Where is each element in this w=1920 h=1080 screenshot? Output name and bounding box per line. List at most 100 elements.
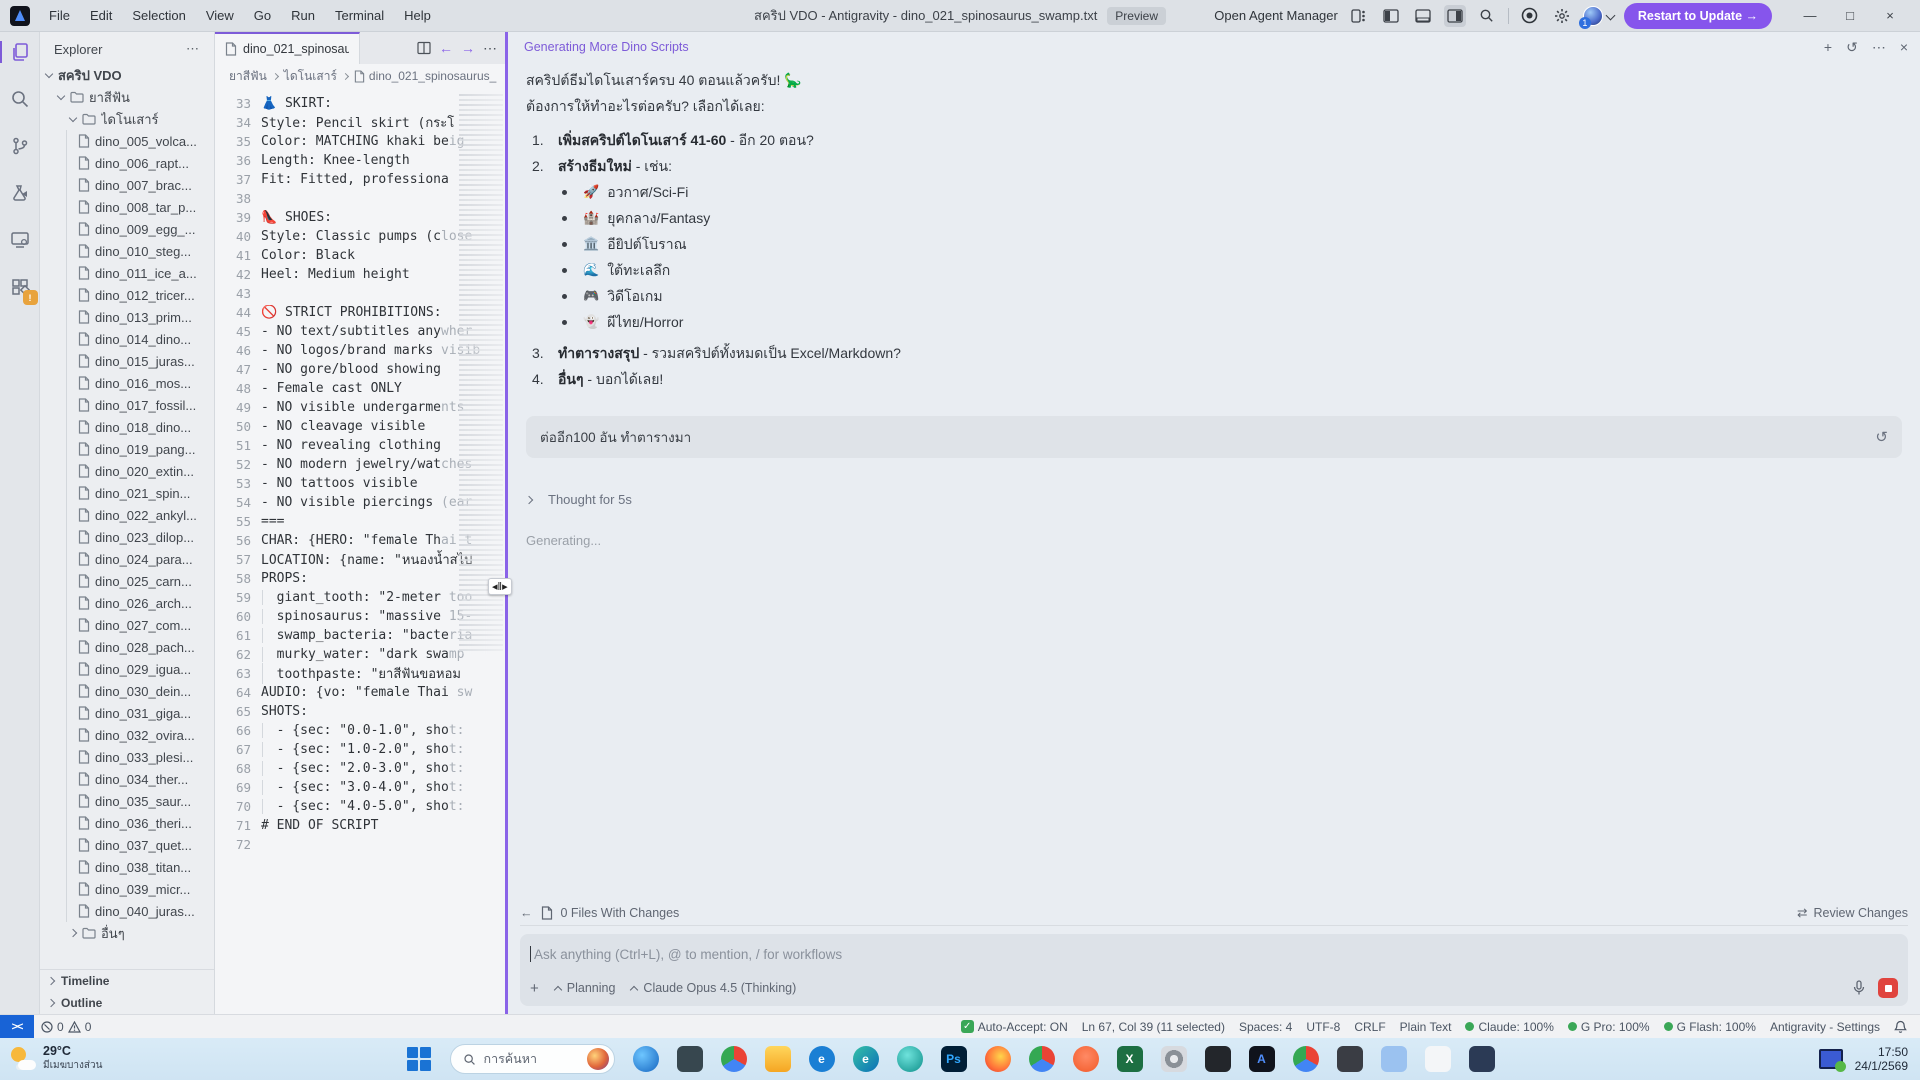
taskbar-app-icon[interactable]: Ps	[941, 1046, 967, 1072]
tree-file[interactable]: dino_023_dilop...	[40, 526, 214, 548]
taskbar-app-icon[interactable]	[1161, 1046, 1187, 1072]
extensions-icon[interactable]: !	[8, 275, 32, 299]
customize-layout-icon[interactable]	[1348, 5, 1370, 27]
remote-explorer-icon[interactable]	[8, 228, 32, 252]
tab-dino-021[interactable]: dino_021_spinosaurus_sw	[215, 32, 360, 64]
taskbar-app-icon[interactable]	[677, 1046, 703, 1072]
history-icon[interactable]: ↺	[1846, 39, 1858, 56]
tree-file[interactable]: dino_008_tar_p...	[40, 196, 214, 218]
tree-file[interactable]: dino_007_brac...	[40, 174, 214, 196]
stop-generation-button[interactable]	[1878, 978, 1898, 998]
problems-indicator[interactable]: 0 0	[34, 1020, 98, 1034]
taskbar-app-icon[interactable]	[1425, 1046, 1451, 1072]
explorer-icon[interactable]	[8, 40, 32, 64]
review-changes-button[interactable]: ⇄ Review Changes	[1797, 905, 1908, 920]
tree-file[interactable]: dino_034_ther...	[40, 768, 214, 790]
tree-file[interactable]: dino_036_theri...	[40, 812, 214, 834]
taskbar-app-icon[interactable]	[1381, 1046, 1407, 1072]
indentation-setting[interactable]: Spaces: 4	[1232, 1020, 1299, 1034]
explorer-more-icon[interactable]: ⋯	[186, 41, 200, 57]
planning-toggle[interactable]: Planning	[555, 981, 616, 995]
new-chat-icon[interactable]: +	[1824, 39, 1832, 55]
tree-file[interactable]: dino_005_volca...	[40, 130, 214, 152]
remote-indicator[interactable]: ><	[0, 1015, 34, 1039]
taskbar-app-icon[interactable]	[1205, 1046, 1231, 1072]
taskbar-app-icon[interactable]	[1073, 1046, 1099, 1072]
gear-icon[interactable]	[1551, 5, 1573, 27]
back-icon[interactable]: ←	[520, 906, 533, 920]
close-button[interactable]: ×	[1870, 1, 1910, 31]
back-icon[interactable]: ←	[439, 40, 453, 56]
language-mode[interactable]: Plain Text	[1393, 1020, 1459, 1034]
timeline-section[interactable]: Timeline	[40, 970, 214, 992]
tree-file[interactable]: dino_032_ovira...	[40, 724, 214, 746]
tree-file[interactable]: dino_019_pang...	[40, 438, 214, 460]
tree-file[interactable]: dino_026_arch...	[40, 592, 214, 614]
tree-file[interactable]: dino_025_carn...	[40, 570, 214, 592]
menu-item[interactable]: Run	[282, 4, 324, 27]
tree-file[interactable]: dino_039_micr...	[40, 878, 214, 900]
tree-file[interactable]: dino_017_fossil...	[40, 394, 214, 416]
taskbar-app-icon[interactable]: A	[1249, 1046, 1275, 1072]
files-with-changes[interactable]: 0 Files With Changes	[561, 906, 680, 920]
attach-icon[interactable]: +	[530, 980, 539, 997]
minimap[interactable]	[459, 94, 503, 654]
open-agent-manager-button[interactable]: Open Agent Manager	[1214, 8, 1338, 23]
tree-folder-toothpaste[interactable]: ยาสีฟัน	[40, 86, 214, 108]
tree-file[interactable]: dino_038_titan...	[40, 856, 214, 878]
menu-item[interactable]: File	[40, 4, 79, 27]
tree-file[interactable]: dino_013_prim...	[40, 306, 214, 328]
taskbar-app-icon[interactable]	[765, 1046, 791, 1072]
tree-file[interactable]: dino_037_quet...	[40, 834, 214, 856]
tree-file[interactable]: dino_031_giga...	[40, 702, 214, 724]
quota-item[interactable]: Claude: 100%	[1458, 1020, 1560, 1034]
menu-item[interactable]: Edit	[81, 4, 121, 27]
menu-item[interactable]: Help	[395, 4, 440, 27]
tree-file[interactable]: dino_029_igua...	[40, 658, 214, 680]
tree-file[interactable]: dino_022_ankyl...	[40, 504, 214, 526]
encoding-setting[interactable]: UTF-8	[1299, 1020, 1347, 1034]
forward-icon[interactable]: →	[461, 40, 475, 56]
taskbar-app-icon[interactable]	[985, 1046, 1011, 1072]
taskbar-app-icon[interactable]	[1337, 1046, 1363, 1072]
tree-file[interactable]: dino_018_dino...	[40, 416, 214, 438]
menu-item[interactable]: Terminal	[326, 4, 393, 27]
tree-file[interactable]: dino_020_extin...	[40, 460, 214, 482]
minimize-button[interactable]: —	[1790, 1, 1830, 31]
tree-file[interactable]: dino_040_juras...	[40, 900, 214, 922]
tree-file[interactable]: dino_010_steg...	[40, 240, 214, 262]
maximize-button[interactable]: □	[1830, 1, 1870, 31]
outline-section[interactable]: Outline	[40, 992, 214, 1014]
more-options-icon[interactable]: ⋯	[1872, 39, 1886, 56]
tree-file[interactable]: dino_024_para...	[40, 548, 214, 570]
run-debug-icon[interactable]	[8, 181, 32, 205]
split-editor-icon[interactable]	[417, 41, 431, 55]
menu-item[interactable]: View	[197, 4, 243, 27]
tree-root[interactable]: สคริป VDO	[40, 64, 214, 86]
tree-folder-dino[interactable]: ไดโนเสาร์	[40, 108, 214, 130]
taskbar-app-icon[interactable]	[1029, 1046, 1055, 1072]
breadcrumb[interactable]: ยาสีฟัน ไดโนเสาร์ dino_021_spinosaurus_	[215, 64, 505, 88]
quota-item[interactable]: G Flash: 100%	[1657, 1020, 1763, 1034]
gemini-icon[interactable]	[1519, 5, 1541, 27]
tree-file[interactable]: dino_014_dino...	[40, 328, 214, 350]
menu-item[interactable]: Selection	[123, 4, 194, 27]
more-actions-icon[interactable]: ⋯	[483, 40, 497, 57]
search-sidebar-icon[interactable]	[8, 87, 32, 111]
toggle-sidebar-icon[interactable]	[1380, 5, 1402, 27]
source-control-icon[interactable]	[8, 134, 32, 158]
tree-file[interactable]: dino_027_com...	[40, 614, 214, 636]
tree-file[interactable]: dino_012_tricer...	[40, 284, 214, 306]
tree-file[interactable]: dino_015_juras...	[40, 350, 214, 372]
tree-file[interactable]: dino_028_pach...	[40, 636, 214, 658]
taskbar-app-icon[interactable]: e	[853, 1046, 879, 1072]
toggle-panel-icon[interactable]	[1412, 5, 1434, 27]
notifications-bell[interactable]	[1887, 1020, 1914, 1034]
taskbar-app-icon[interactable]: e	[809, 1046, 835, 1072]
thought-toggle[interactable]: Thought for 5s	[526, 492, 1904, 507]
restore-checkpoint-icon[interactable]: ↺	[1875, 428, 1888, 446]
toggle-secondary-sidebar-icon[interactable]	[1444, 5, 1466, 27]
tree-file[interactable]: dino_006_rapt...	[40, 152, 214, 174]
tree-file[interactable]: dino_033_plesi...	[40, 746, 214, 768]
taskbar-search[interactable]: การค้นหา	[450, 1044, 615, 1074]
